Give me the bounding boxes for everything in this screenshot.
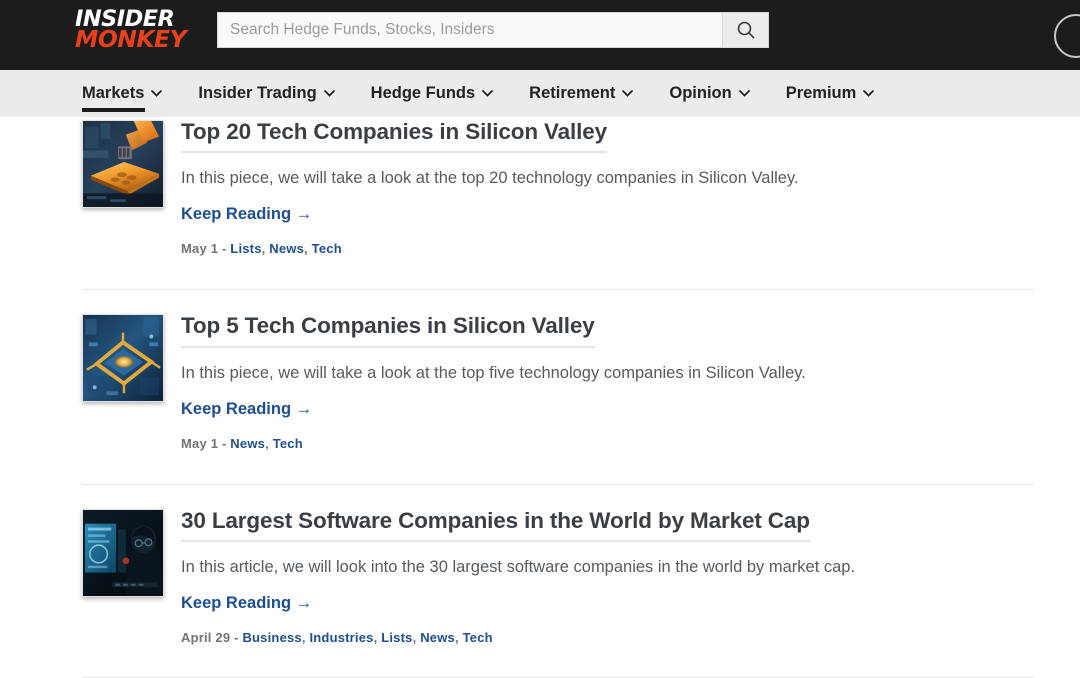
article-description: In this piece, we will take a look at th… (181, 169, 799, 188)
nav-label: Insider Trading (198, 84, 317, 102)
article-divider (82, 483, 1034, 485)
nav-item-premium[interactable]: Premium (786, 70, 875, 117)
search-bar (217, 12, 769, 48)
chevron-down-icon (738, 90, 750, 97)
account-circle-icon[interactable] (1054, 14, 1080, 58)
article-thumbnail[interactable] (82, 508, 164, 597)
nav-label: Hedge Funds (370, 84, 476, 102)
article-description: In this article, we will look into the 3… (181, 557, 856, 576)
chevron-down-icon (622, 90, 634, 97)
chevron-down-icon (482, 90, 494, 97)
nav-item-opinion[interactable]: Opinion (669, 70, 750, 117)
meta-separator: - (218, 241, 231, 257)
article-body: 30 Largest Software Companies in the Wor… (164, 507, 1080, 645)
article-list: Top 20 Tech Companies in Silicon Valley … (0, 118, 1080, 678)
nav-label: Premium (785, 84, 857, 102)
search-icon (737, 21, 755, 39)
article-date: May 1 (181, 241, 219, 257)
logo-text-monkey: MONKEY (75, 27, 187, 54)
nav-label: Markets (82, 84, 145, 102)
keep-reading-link[interactable]: Keep Reading → (181, 400, 312, 419)
article-tag[interactable]: Lists (381, 630, 412, 645)
nav-item-retirement[interactable]: Retirement (529, 70, 634, 117)
site-logo[interactable]: INSIDER MONKEY (75, 8, 199, 54)
tag-comma: , (265, 435, 273, 451)
article-tag[interactable]: Tech (312, 241, 342, 256)
article-list-item: Top 20 Tech Companies in Silicon Valley … (0, 118, 1080, 256)
article-tag[interactable]: Lists (230, 241, 261, 256)
article-thumbnail[interactable] (82, 120, 164, 208)
article-meta: April 29 - Business, Industries, Lists, … (181, 630, 1080, 645)
chevron-down-icon (151, 90, 163, 97)
article-date: May 1 (181, 435, 219, 451)
article-body: Top 20 Tech Companies in Silicon Valley … (164, 118, 1080, 256)
blue-circuit-board-with-gold-traces-image (83, 315, 163, 402)
article-tag[interactable]: News (230, 436, 265, 451)
nav-items: Markets Insider Trading Hedge Funds Reti… (82, 70, 875, 117)
nav-label: Opinion (669, 84, 732, 102)
article-tag[interactable]: Tech (463, 630, 493, 645)
chevron-down-icon (863, 90, 875, 97)
article-tag[interactable]: Industries (309, 630, 373, 645)
article-list-item: 30 Largest Software Companies in the Wor… (0, 507, 1080, 645)
article-title-link[interactable]: 30 Largest Software Companies in the Wor… (181, 507, 810, 542)
article-body: Top 5 Tech Companies in Silicon Valley I… (164, 312, 1080, 451)
nav-item-hedge-funds[interactable]: Hedge Funds (371, 70, 494, 117)
search-input[interactable] (218, 13, 722, 47)
main-nav: Markets Insider Trading Hedge Funds Reti… (0, 70, 1080, 117)
robotic-arm-over-orange-circuit-board-image (83, 121, 163, 207)
tag-comma: , (304, 241, 312, 257)
nav-item-markets[interactable]: Markets (82, 70, 163, 117)
article-meta: May 1 - News, Tech (181, 436, 1080, 451)
nav-item-insider-trading[interactable]: Insider Trading (198, 70, 335, 117)
article-list-item: Top 5 Tech Companies in Silicon Valley I… (0, 312, 1080, 451)
person-at-glowing-computer-screen-image (83, 509, 163, 596)
meta-separator: - (230, 630, 243, 646)
article-description: In this piece, we will take a look at th… (181, 363, 806, 382)
article-meta: May 1 - Lists, News, Tech (181, 241, 1080, 256)
article-tag[interactable]: News (269, 241, 304, 256)
site-header: INSIDER MONKEY (0, 0, 1080, 70)
article-tag[interactable]: Business (242, 630, 301, 645)
keep-reading-link[interactable]: Keep Reading → (181, 205, 312, 224)
article-thumbnail[interactable] (82, 314, 164, 403)
article-tag[interactable]: News (420, 630, 455, 645)
meta-separator: - (218, 435, 231, 451)
search-button[interactable] (722, 13, 768, 47)
article-title-link[interactable]: Top 5 Tech Companies in Silicon Valley (181, 312, 595, 348)
nav-label: Retirement (529, 84, 616, 102)
article-divider (82, 289, 1034, 291)
article-title-link[interactable]: Top 20 Tech Companies in Silicon Valley (181, 118, 607, 154)
article-date: April 29 (181, 630, 231, 646)
tag-comma: , (454, 630, 463, 646)
keep-reading-link[interactable]: Keep Reading → (181, 594, 312, 613)
chevron-down-icon (323, 90, 335, 97)
article-tag[interactable]: Tech (273, 436, 303, 451)
